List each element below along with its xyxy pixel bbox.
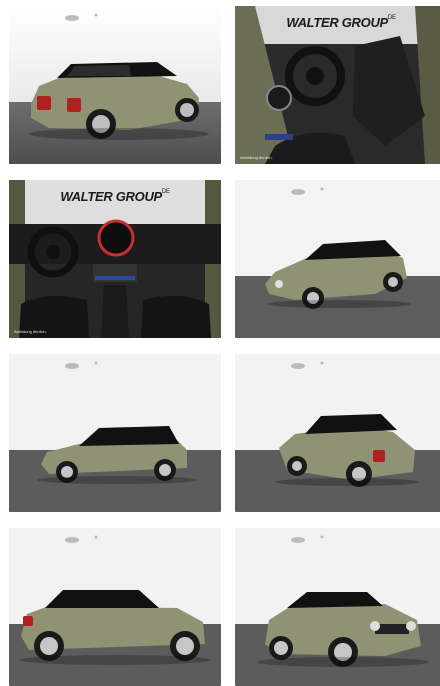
car-photo	[9, 528, 221, 686]
gallery-image-rear-three-quarter-right[interactable]	[235, 354, 440, 512]
car-photo	[9, 6, 221, 164]
gallery-image-front-three-quarter-high[interactable]	[235, 180, 440, 338]
gallery-image-front-three-quarter-low[interactable]	[235, 528, 440, 686]
gallery-image-side-profile-left-low[interactable]	[9, 528, 221, 686]
image-gallery: WALTER GROUPDE Abbildung ähnlich. WALTER…	[0, 0, 440, 686]
car-photo	[235, 354, 440, 512]
car-photo	[235, 528, 440, 686]
gallery-image-interior-driver-seat[interactable]: WALTER GROUPDE Abbildung ähnlich.	[235, 6, 440, 164]
dealer-banner-text: WALTER GROUP	[286, 15, 388, 30]
dealer-banner: WALTER GROUPDE	[9, 189, 221, 204]
image-caption: Abbildung ähnlich.	[240, 155, 273, 160]
image-caption: Abbildung ähnlich.	[14, 329, 47, 334]
gallery-image-side-profile-left[interactable]	[9, 354, 221, 512]
car-photo	[235, 180, 440, 338]
gallery-image-interior-dashboard[interactable]: WALTER GROUPDE Abbildung ähnlich.	[9, 180, 221, 338]
dealer-banner-text: WALTER GROUP	[60, 189, 162, 204]
dealer-banner: WALTER GROUPDE	[235, 15, 440, 30]
dealer-banner-sub: DE	[387, 15, 396, 21]
car-photo	[9, 354, 221, 512]
gallery-image-rear-three-quarter[interactable]	[9, 6, 221, 164]
dealer-banner-sub: DE	[161, 189, 170, 195]
